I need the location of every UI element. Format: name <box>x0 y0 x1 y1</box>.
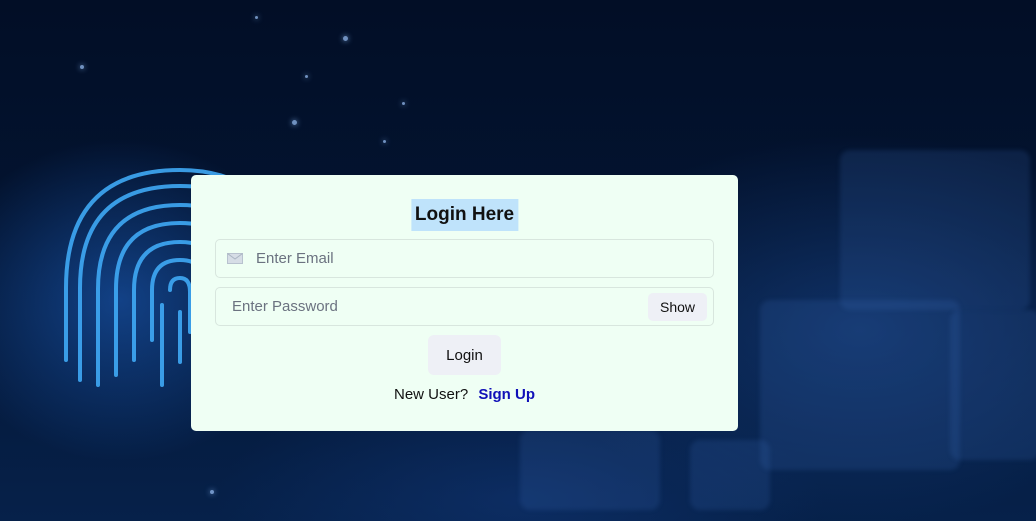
page-title: Login Here <box>410 199 519 231</box>
email-input[interactable] <box>256 240 696 277</box>
show-password-button[interactable]: Show <box>648 293 707 321</box>
password-input[interactable] <box>232 288 632 325</box>
new-user-text: New User? <box>393 386 469 403</box>
background-block <box>760 300 960 470</box>
background-block <box>840 150 1030 310</box>
light-dot <box>343 36 348 41</box>
signup-row: New User? Sign Up <box>191 386 738 403</box>
light-dot <box>402 102 405 105</box>
light-dot <box>210 490 214 494</box>
email-field-container <box>215 239 714 278</box>
login-card: Login Here Show Login New User? Sign Up <box>191 175 738 431</box>
light-dot <box>80 65 84 69</box>
light-dot <box>292 120 297 125</box>
password-field-container: Show <box>215 287 714 326</box>
light-dot <box>255 16 258 19</box>
light-dot <box>383 140 386 143</box>
login-button[interactable]: Login <box>428 335 501 375</box>
mail-icon <box>227 253 243 264</box>
background-block <box>950 310 1036 460</box>
light-dot <box>305 75 308 78</box>
background-block <box>520 430 660 510</box>
signup-link[interactable]: Sign Up <box>478 386 535 403</box>
background-block <box>690 440 770 510</box>
